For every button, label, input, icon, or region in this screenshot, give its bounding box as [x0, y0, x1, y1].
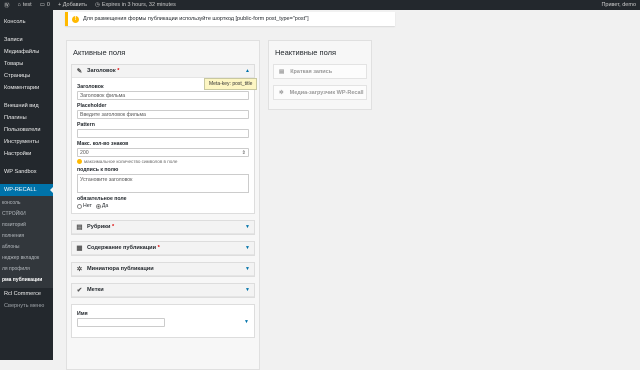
shortcode-notice: ! Для размещения формы публикации исполь…	[65, 12, 395, 26]
required-yes-radio[interactable]: Да	[95, 203, 108, 209]
required-no-radio[interactable]: Нет	[77, 203, 92, 209]
list-icon: ▤	[76, 223, 83, 231]
chevron-down-icon[interactable]: ▼	[245, 224, 250, 230]
field-title-header[interactable]: ✎ Заголовок * ▲	[72, 65, 254, 78]
submenu-publication-form[interactable]: рма публикации	[0, 275, 53, 286]
main-content: ! Для размещения формы публикации исполь…	[53, 10, 640, 370]
menu-products[interactable]: Товары	[0, 58, 53, 70]
chevron-down-icon[interactable]: ▼	[245, 287, 250, 293]
wp-recall-submenu: консоль СТРОЙКИ позиторий полнения аблон…	[0, 196, 53, 288]
admin-sidebar: Консоль Записи Медиафайлы Товары Страниц…	[0, 10, 53, 360]
submenu-repository[interactable]: позиторий	[0, 220, 53, 231]
submenu-templates[interactable]: аблоны	[0, 242, 53, 253]
chevron-down-icon[interactable]: ▼	[245, 266, 250, 272]
collapse-menu-button[interactable]: Свернуть меню	[0, 300, 53, 312]
wp-logo[interactable]: Ⓦ	[0, 0, 14, 10]
meta-key-tooltip: Meta-key: post_title	[204, 78, 258, 90]
notice-text: Для размещения формы публикации использу…	[83, 16, 309, 22]
menu-media[interactable]: Медиафайлы	[0, 46, 53, 58]
chevron-up-icon[interactable]: ▲	[245, 68, 250, 74]
submenu-addons[interactable]: полнения	[0, 231, 53, 242]
check-icon: ✔	[76, 286, 83, 294]
account-link[interactable]: Привет, demo	[597, 0, 640, 10]
info-icon: !	[72, 15, 79, 23]
chevron-down-icon[interactable]: ▼	[245, 245, 250, 251]
field-name: Имя ▼	[71, 304, 255, 338]
submenu-tabs-manager[interactable]: неджер вкладок	[0, 253, 53, 264]
menu-users[interactable]: Пользователи	[0, 124, 53, 136]
menu-plugins[interactable]: Плагины	[0, 112, 53, 124]
expiry-info[interactable]: ◷ Expires in 3 hours, 32 minutes	[91, 0, 180, 10]
clock-icon: ◷	[95, 2, 100, 8]
menu-comments[interactable]: Комментарии	[0, 82, 53, 94]
max-length-input[interactable]: 200 ⇕	[77, 148, 249, 157]
inactive-fields-panel: Неактивные поля ▤ Краткая запись ✲ Медиа-з…	[268, 40, 372, 110]
spinner-icon[interactable]: ⇕	[242, 149, 246, 156]
submenu-console[interactable]: консоль	[0, 198, 53, 209]
admin-bar: Ⓦ ⌂ test ▭ 0 + Добавить ◷ Expires in 3 hour…	[0, 0, 640, 10]
active-fields-title: Активные поля	[73, 48, 126, 57]
heading-input[interactable]: Заголовок фильма	[77, 91, 249, 100]
menu-wp-recall[interactable]: WP-RECALL	[0, 184, 53, 196]
inactive-field-excerpt[interactable]: ▤ Краткая запись	[273, 64, 367, 79]
help-icon	[77, 159, 82, 164]
menu-wp-sandbox[interactable]: WP Sandbox	[0, 166, 53, 178]
content-icon: ▦	[76, 244, 83, 252]
field-tags: ✔ Метки ▼	[71, 283, 255, 298]
menu-settings[interactable]: Настройки	[0, 148, 53, 160]
menu-dashboard[interactable]: Консоль	[0, 16, 53, 28]
inactive-field-media-uploader[interactable]: ✲ Медиа-загрузчик WP-Recall	[273, 85, 367, 100]
submenu-profile-fields[interactable]: ля профиля	[0, 264, 53, 275]
home-icon: ⌂	[17, 2, 21, 8]
field-categories: ▤ Рубрики * ▼	[71, 220, 255, 235]
field-content: ▦ Содержание публикации * ▼	[71, 241, 255, 256]
gear-icon: ✲	[279, 89, 284, 96]
pencil-icon: ✎	[76, 67, 83, 75]
inactive-fields-title: Неактивные поля	[275, 48, 337, 57]
pattern-input[interactable]	[77, 129, 249, 138]
menu-appearance[interactable]: Внешний вид	[0, 100, 53, 112]
notice-textarea[interactable]: Установите заголовок	[77, 174, 249, 193]
field-thumbnail: ✲ Миниатюра публикации ▼	[71, 262, 255, 277]
name-input[interactable]	[77, 318, 165, 327]
menu-posts[interactable]: Записи	[0, 34, 53, 46]
list-icon: ▤	[279, 68, 285, 75]
add-new-link[interactable]: + Добавить	[54, 0, 91, 10]
comments-link[interactable]: ▭ 0	[36, 0, 54, 10]
gear-icon: ✲	[76, 265, 83, 273]
comment-icon: ▭	[39, 2, 45, 8]
site-name-link[interactable]: ⌂ test	[14, 0, 36, 10]
menu-pages[interactable]: Страницы	[0, 70, 53, 82]
menu-tools[interactable]: Инструменты	[0, 136, 53, 148]
chevron-down-icon[interactable]: ▼	[244, 319, 249, 325]
menu-rcl-commerce[interactable]: Rcl Commerce	[0, 288, 53, 300]
submenu-settings[interactable]: СТРОЙКИ	[0, 209, 53, 220]
wordpress-icon: Ⓦ	[4, 3, 10, 9]
placeholder-input[interactable]: Введите заголовок фильма	[77, 110, 249, 119]
